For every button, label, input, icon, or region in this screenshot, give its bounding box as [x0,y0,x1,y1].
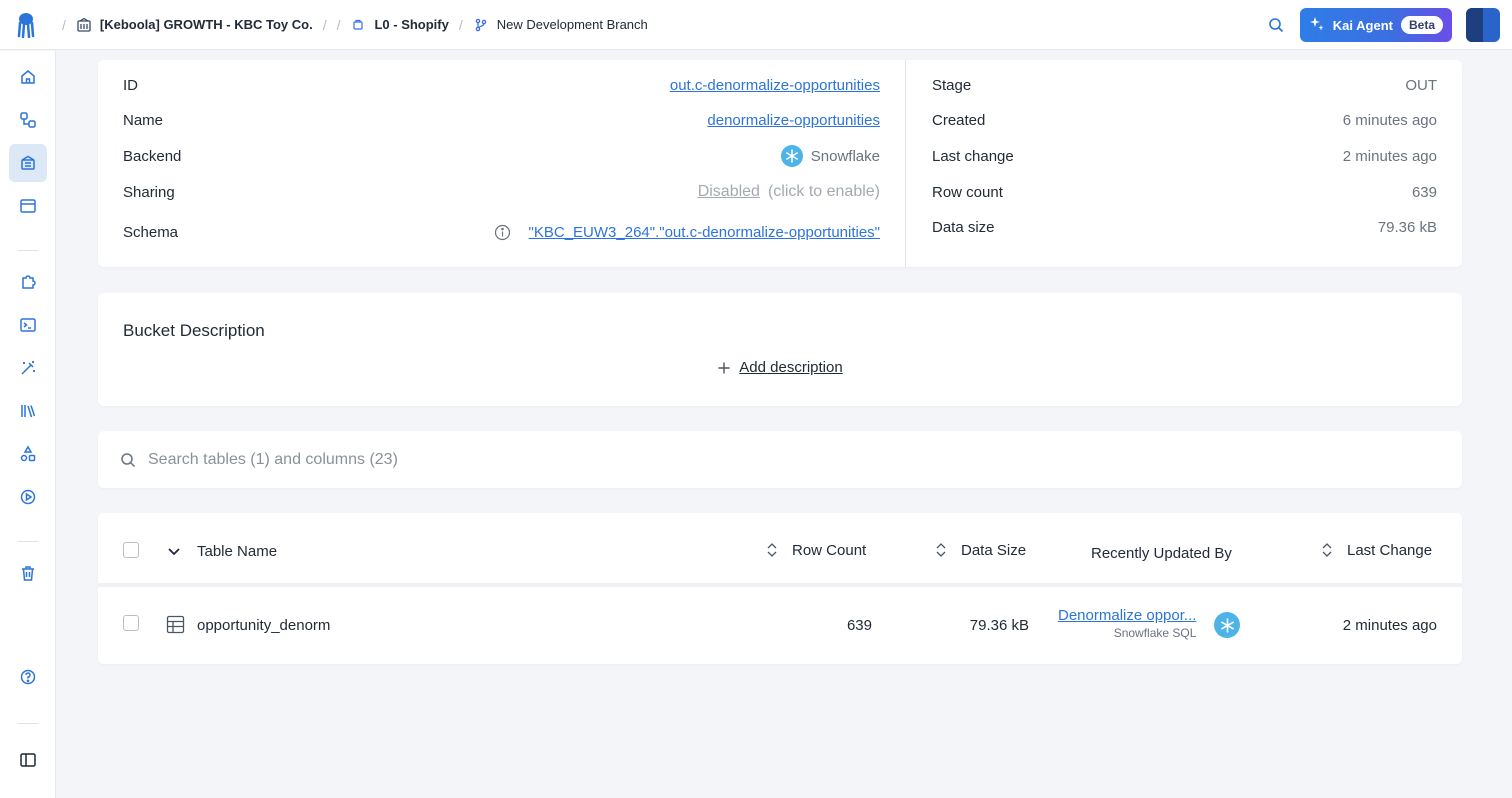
row-count-cell: 639 [846,616,872,634]
jobs-icon[interactable] [9,478,47,516]
detail-last-change: Last change 2 minutes ago [932,147,1437,165]
expand-all-chevron-icon[interactable] [166,543,182,559]
last-change-cell: 2 minutes ago [1342,616,1437,634]
collapse-sidebar-icon[interactable] [9,741,47,779]
sparkles-icon [1309,16,1325,35]
table-name-link[interactable]: opportunity_denorm [197,615,330,635]
detail-stage: Stage OUT [932,76,1437,94]
header-row-count[interactable]: Row Count [766,540,866,560]
library-icon[interactable] [9,392,47,430]
description-title: Bucket Description [123,321,265,340]
add-description-button[interactable]: Add description [98,359,1462,376]
breadcrumb-project[interactable]: [Keboola] GROWTH - KBC Toy Co. [76,17,313,33]
bucket-description-card: Bucket Description Add description [98,293,1462,406]
table-icon [166,615,185,634]
transformations-icon[interactable] [9,306,47,344]
info-icon[interactable] [494,224,511,241]
table-header: Table Name Row Count Data Size Recently … [98,513,1462,587]
select-all-checkbox[interactable] [123,542,139,558]
sort-icon [766,541,778,559]
plus-icon [717,361,731,375]
table-search-bar [98,431,1462,488]
breadcrumb-branch[interactable]: New Development Branch [473,17,648,33]
sort-icon [1321,541,1333,559]
sort-icon [935,541,947,559]
magic-wand-icon[interactable] [9,349,47,387]
components-icon[interactable] [9,263,47,301]
detail-sharing: Sharing Disabled (click to enable) [123,183,880,201]
snowflake-icon [780,145,803,167]
header-table-name[interactable]: Table Name [197,541,277,561]
detail-row-count: Row count 639 [932,183,1437,201]
help-icon[interactable] [9,658,47,696]
schema-link[interactable]: "KBC_EUW3_264"."out.c-denormalize-opport… [529,224,880,241]
top-bar: / [Keboola] GROWTH - KBC Toy Co. / / L0 … [0,0,1512,50]
storage-icon[interactable] [9,144,47,182]
branch-icon [473,17,489,33]
detail-schema: Schema "KBC_EUW3_264"."out.c-denormalize… [123,223,880,241]
header-last-change[interactable]: Last Change [1321,540,1432,560]
home-icon[interactable] [9,58,47,96]
detail-id: ID out.c-denormalize-opportunities [123,76,880,94]
header-data-size[interactable]: Data Size [935,540,1026,560]
avatar[interactable] [1466,8,1500,42]
building-icon [76,17,92,33]
search-input[interactable] [148,450,1048,469]
workspace-icon[interactable] [9,187,47,225]
table-row[interactable]: opportunity_denorm 639 79.36 kB Denormal… [98,591,1462,664]
kai-agent-button[interactable]: Kai Agent Beta [1299,8,1452,42]
tables-list: Table Name Row Count Data Size Recently … [98,513,1462,664]
row-checkbox[interactable] [123,615,139,631]
bucket-details-card: ID out.c-denormalize-opportunities Name … [98,60,1462,267]
header-recently-updated-by: Recently Updated By [1091,544,1232,562]
keboola-logo-icon[interactable] [0,0,52,50]
bucket-name-link[interactable]: denormalize-opportunities [707,112,880,129]
detail-created: Created 6 minutes ago [932,111,1437,129]
updated-by-link[interactable]: Denormalize oppor... [1058,607,1196,624]
column-divider [905,60,906,267]
search-icon[interactable] [1266,15,1286,35]
sharing-toggle[interactable]: Disabled (click to enable) [698,183,880,201]
bucket-icon [350,17,366,33]
bucket-id-link[interactable]: out.c-denormalize-opportunities [670,77,880,94]
search-icon [120,452,136,468]
flows-icon[interactable] [9,101,47,139]
breadcrumb-bucket[interactable]: L0 - Shopify [350,17,449,33]
sidebar [0,51,56,798]
updated-by-cell: Denormalize oppor... Snowflake SQL [1058,607,1197,640]
detail-data-size: Data size 79.36 kB [932,218,1437,236]
detail-backend: Backend Snowflake [123,144,880,168]
snowflake-icon [1214,612,1240,638]
shapes-icon[interactable] [9,435,47,473]
data-size-cell: 79.36 kB [969,616,1029,634]
breadcrumb: / [Keboola] GROWTH - KBC Toy Co. / / L0 … [62,16,648,33]
trash-icon[interactable] [9,554,47,592]
beta-badge: Beta [1400,16,1443,34]
detail-name: Name denormalize-opportunities [123,111,880,129]
